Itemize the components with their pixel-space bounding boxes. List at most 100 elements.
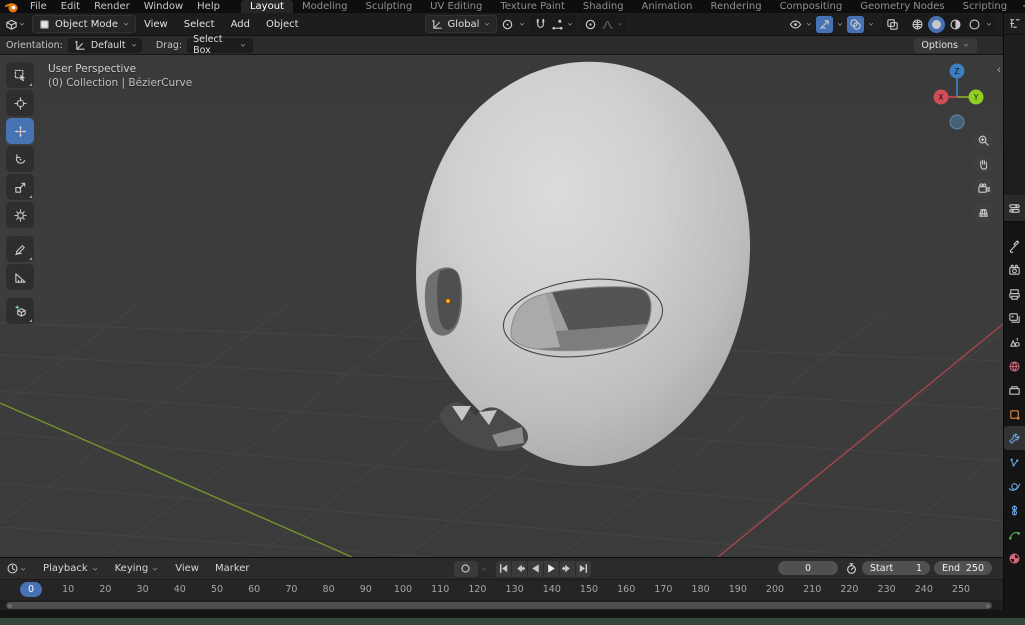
mask-object[interactable] bbox=[416, 62, 750, 466]
camera-view-button[interactable] bbox=[973, 178, 993, 198]
shading-wireframe-button[interactable] bbox=[909, 16, 926, 33]
properties-tab-scene[interactable] bbox=[1004, 330, 1025, 354]
xray-toggle[interactable] bbox=[884, 16, 901, 33]
tool-add-cube[interactable] bbox=[6, 298, 34, 324]
current-frame-field[interactable]: 0 bbox=[778, 561, 838, 575]
show-overlays-toggle[interactable] bbox=[847, 16, 864, 33]
next-keyframe-button[interactable] bbox=[560, 561, 575, 577]
object-origin-dot[interactable] bbox=[445, 298, 450, 303]
options-button[interactable]: Options bbox=[914, 38, 977, 53]
timeline-menu-playback[interactable]: Playback bbox=[35, 563, 107, 574]
tool-move[interactable] bbox=[6, 118, 34, 144]
timeline-menu-view[interactable]: View bbox=[167, 563, 207, 574]
snap-toggle[interactable] bbox=[532, 16, 549, 33]
mode-dropdown[interactable]: Object Mode bbox=[32, 15, 136, 33]
gizmo-minus-z-axis[interactable] bbox=[950, 115, 964, 129]
tab-shading[interactable]: Shading bbox=[574, 0, 633, 13]
tab-texture-paint[interactable]: Texture Paint bbox=[491, 0, 574, 13]
orientation-dropdown[interactable]: Default bbox=[68, 38, 142, 53]
show-gizmo-toggle[interactable] bbox=[816, 16, 833, 33]
tab-rendering[interactable]: Rendering bbox=[701, 0, 770, 13]
viewport-3d[interactable]: User Perspective (0) Collection | Bézier… bbox=[0, 55, 1003, 557]
timeline-editor-type-button[interactable] bbox=[6, 562, 19, 575]
ruler-tick-200: 200 bbox=[766, 584, 784, 595]
transform-orientation-dropdown[interactable]: Global bbox=[425, 15, 498, 33]
drag-dropdown[interactable]: Select Box bbox=[187, 38, 253, 53]
tool-transform[interactable] bbox=[6, 202, 34, 228]
frame-end-field[interactable]: End 250 bbox=[934, 561, 992, 575]
ruler-tick-30: 30 bbox=[137, 584, 149, 595]
shading-rendered-button[interactable] bbox=[966, 16, 983, 33]
menu-render[interactable]: Render bbox=[87, 0, 137, 13]
navigation-gizmo[interactable]: Z X Y bbox=[923, 58, 995, 134]
tab-modeling[interactable]: Modeling bbox=[293, 0, 357, 13]
tab-layout[interactable]: Layout bbox=[241, 0, 293, 13]
properties-tab-object[interactable] bbox=[1004, 402, 1025, 426]
properties-tab-constraints[interactable] bbox=[1004, 498, 1025, 522]
menu-help[interactable]: Help bbox=[190, 0, 227, 13]
viewport-menu-object[interactable]: Object bbox=[258, 19, 307, 30]
properties-tab-render[interactable] bbox=[1004, 258, 1025, 282]
chevron-down-icon bbox=[480, 565, 488, 573]
tab-scripting[interactable]: Scripting bbox=[954, 0, 1016, 13]
rotate-icon bbox=[14, 153, 27, 166]
shading-solid-button[interactable] bbox=[928, 16, 945, 33]
tab-geometry-nodes[interactable]: Geometry Nodes bbox=[851, 0, 953, 13]
falloff-curve-button[interactable] bbox=[601, 18, 614, 31]
tool-scale[interactable] bbox=[6, 174, 34, 200]
tool-select-box[interactable] bbox=[6, 62, 34, 88]
frame-start-field[interactable]: Start 1 bbox=[862, 561, 930, 575]
properties-tab-tool[interactable] bbox=[1004, 234, 1025, 258]
play-reverse-button[interactable] bbox=[528, 561, 543, 577]
properties-tab-world[interactable] bbox=[1004, 354, 1025, 378]
timeline-menu-keying[interactable]: Keying bbox=[107, 563, 168, 574]
timeline-ruler[interactable]: 0 10203040506070809010011012013014015016… bbox=[0, 579, 1003, 600]
snap-target-button[interactable] bbox=[551, 18, 564, 31]
menu-file[interactable]: File bbox=[23, 0, 54, 13]
tool-rotate[interactable] bbox=[6, 146, 34, 172]
properties-tab-object-data[interactable] bbox=[1004, 522, 1025, 546]
use-preview-range-button[interactable] bbox=[845, 562, 858, 575]
menu-edit[interactable]: Edit bbox=[54, 0, 87, 13]
perspective-toggle-button[interactable] bbox=[973, 202, 993, 222]
tool-annotate[interactable] bbox=[6, 236, 34, 262]
sidebar-collapse-arrow[interactable]: ‹ bbox=[997, 63, 1001, 76]
jump-end-button[interactable] bbox=[576, 561, 591, 577]
pan-button[interactable] bbox=[973, 154, 993, 174]
properties-tab-modifiers[interactable] bbox=[1004, 426, 1025, 450]
tool-cursor[interactable] bbox=[6, 90, 34, 116]
tab-sculpting[interactable]: Sculpting bbox=[356, 0, 421, 13]
visibility-button[interactable] bbox=[789, 18, 802, 31]
auto-keying-toggle[interactable] bbox=[454, 561, 478, 577]
prev-keyframe-button[interactable] bbox=[512, 561, 527, 577]
properties-tab-view-layer[interactable] bbox=[1004, 306, 1025, 330]
properties-editor-icon[interactable] bbox=[1008, 202, 1021, 215]
viewport-menu-add[interactable]: Add bbox=[223, 19, 258, 30]
pivot-point-button[interactable] bbox=[501, 18, 514, 31]
tab-compositing[interactable]: Compositing bbox=[771, 0, 852, 13]
editor-type-button[interactable] bbox=[5, 18, 18, 31]
shading-material-button[interactable] bbox=[947, 16, 964, 33]
properties-tab-physics[interactable] bbox=[1004, 474, 1025, 498]
timeline-scrollbar[interactable] bbox=[6, 602, 992, 609]
chevron-down-icon bbox=[616, 20, 624, 28]
viewport-menu-select[interactable]: Select bbox=[176, 19, 223, 30]
blender-logo-icon[interactable] bbox=[5, 1, 19, 12]
jump-start-button[interactable] bbox=[496, 561, 511, 577]
tab-animation[interactable]: Animation bbox=[633, 0, 702, 13]
proportional-edit-toggle[interactable] bbox=[582, 16, 599, 33]
add-workspace-button[interactable]: + bbox=[1016, 0, 1025, 13]
timeline-menu-marker[interactable]: Marker bbox=[207, 563, 258, 574]
play-button[interactable] bbox=[544, 561, 559, 577]
menu-window[interactable]: Window bbox=[137, 0, 190, 13]
tab-uv-editing[interactable]: UV Editing bbox=[421, 0, 491, 13]
properties-tab-collection[interactable] bbox=[1004, 378, 1025, 402]
properties-tab-output[interactable] bbox=[1004, 282, 1025, 306]
viewport-menu-view[interactable]: View bbox=[136, 19, 176, 30]
zoom-button[interactable] bbox=[973, 130, 993, 150]
playhead-badge[interactable]: 0 bbox=[20, 582, 42, 597]
properties-tab-material[interactable] bbox=[1004, 546, 1025, 570]
tool-measure[interactable] bbox=[6, 264, 34, 290]
outliner-icon[interactable] bbox=[1008, 17, 1021, 30]
properties-tab-particles[interactable] bbox=[1004, 450, 1025, 474]
